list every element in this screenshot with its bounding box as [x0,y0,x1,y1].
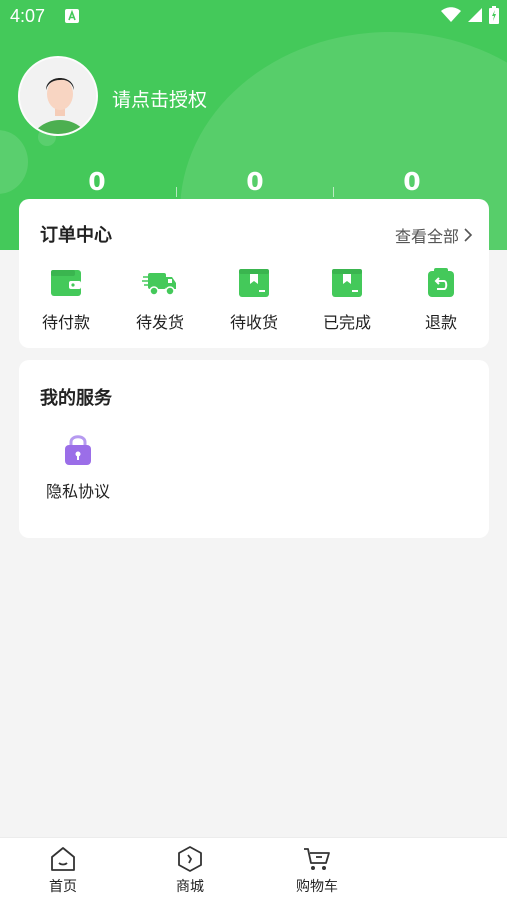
my-services-title: 我的服务 [40,388,112,409]
service-item-label: 隐私协议 [45,482,110,501]
order-item-label: 待发货 [135,313,184,332]
view-all-orders-link[interactable]: 查看全部 [395,223,473,247]
order-center-title: 订单中心 [40,225,112,246]
tab-home[interactable]: 首页 [23,846,103,896]
shop-icon [178,846,202,872]
order-item-label: 已完成 [322,313,371,332]
stat-value[interactable]: 0 [225,167,285,196]
stat-value[interactable]: 0 [67,167,127,196]
stat-value[interactable]: 0 [382,167,442,196]
bottom-tab-bar: 首页 商城 购物车 [0,837,507,903]
avatar[interactable] [18,56,98,136]
avatar-person-icon [20,58,96,134]
stat-divider [333,187,334,197]
order-refund[interactable]: 退款 [406,267,476,333]
package-icon [239,269,269,297]
service-privacy-agreement[interactable]: 隐私协议 [39,432,117,502]
tab-label: 首页 [49,879,77,895]
view-all-label: 查看全部 [394,227,459,246]
truck-icon [142,273,176,296]
authorize-prompt[interactable]: 请点击授权 [112,85,207,112]
wifi-icon [441,7,461,22]
lock-icon [65,435,91,465]
order-pending-shipment[interactable]: 待发货 [125,267,195,333]
order-item-label: 退款 [424,313,457,332]
signal-icon [468,8,482,22]
home-icon [51,847,75,871]
tab-shop[interactable]: 商城 [150,846,230,896]
notification-icon [65,9,79,23]
chevron-right-icon [464,228,473,242]
order-pending-payment[interactable]: 待付款 [31,267,101,333]
wallet-icon [51,270,81,296]
tab-bar-fade-overlay [327,838,507,903]
tab-label: 商城 [176,879,204,895]
order-completed[interactable]: 已完成 [312,267,382,333]
refund-icon [428,268,454,297]
order-item-label: 待收货 [229,313,278,332]
my-services-card: 我的服务 隐私协议 [19,360,489,538]
stat-divider [176,187,177,197]
status-time: 4:07 [10,6,46,26]
battery-icon [489,6,499,24]
order-item-label: 待付款 [41,313,90,332]
status-bar: 4:07 [0,0,507,34]
order-pending-receipt[interactable]: 待收货 [219,267,289,333]
order-center-card: 订单中心 查看全部 待付款 待发货 待收货 已完成 退款 [19,199,489,348]
box-check-icon [332,269,362,297]
